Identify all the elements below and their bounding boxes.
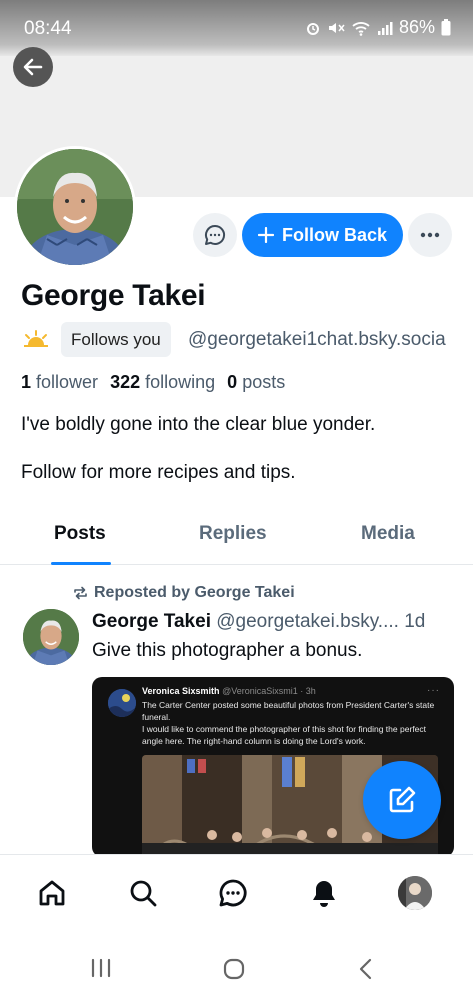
home-circle-icon[interactable] [223, 958, 245, 980]
bio-line-1: I've boldly gone into the clear blue yon… [21, 414, 376, 435]
arrow-left-icon [23, 58, 43, 76]
embed-author: Veronica Sixsmith @VeronicaSixsmi1 · 3h [142, 686, 316, 696]
post-time: 1d [404, 611, 426, 632]
following-count: 322 [110, 372, 141, 392]
status-time: 08:44 [24, 18, 72, 39]
post-header: George Takei @georgetakei.bsky.... 1d [92, 611, 425, 633]
post-text: Give this photographer a bonus. [92, 640, 363, 661]
follow-back-button[interactable]: Follow Back [242, 213, 403, 257]
user-avatar [398, 876, 432, 910]
alarm-icon [306, 22, 319, 35]
post-author-name[interactable]: George Takei [92, 611, 211, 632]
repost-label: Reposted by George Takei [94, 584, 295, 601]
sun-icon [24, 330, 48, 347]
signal-icon [377, 21, 393, 35]
post-author-handle[interactable]: @georgetakei.bsky.... [216, 611, 399, 632]
wifi-icon [352, 21, 370, 36]
system-navigation-bar [0, 934, 473, 1000]
followers-stat[interactable]: 1 follower [21, 372, 98, 393]
ellipsis-icon [420, 232, 440, 238]
battery-icon [441, 19, 451, 36]
follow-back-label: Follow Back [281, 224, 388, 245]
message-button[interactable] [193, 213, 237, 257]
active-tab-indicator [51, 562, 111, 565]
embed-line-2: I would like to commend the photographer… [142, 724, 426, 746]
following-stat[interactable]: 322 following [110, 372, 215, 393]
followers-label: follower [36, 372, 99, 392]
plus-icon [257, 227, 274, 243]
follows-you-badge: Follows you [61, 322, 171, 357]
status-bar: 08:44 86% [0, 0, 473, 56]
embed-author-name: Veronica Sixsmith [142, 686, 220, 696]
search-icon [130, 880, 157, 907]
tab-posts[interactable]: Posts [54, 523, 106, 545]
chat-bubble-icon [205, 224, 226, 245]
followers-count: 1 [21, 372, 32, 392]
avatar-photo [17, 149, 133, 265]
tab-media[interactable]: Media [361, 523, 415, 545]
tab-replies[interactable]: Replies [199, 523, 267, 545]
home-icon [39, 880, 65, 906]
avatar-photo [398, 876, 432, 910]
repost-indicator[interactable]: Reposted by George Takei [73, 584, 295, 602]
nav-home[interactable] [34, 875, 70, 911]
embed-line-1: The Carter Center posted some beautiful … [142, 700, 435, 722]
back-chevron-icon[interactable] [358, 958, 374, 980]
profile-tabs: Posts Replies Media [0, 504, 473, 565]
profile-stats: 1 follower 322 following 0 posts [21, 372, 285, 393]
nav-profile[interactable] [397, 875, 433, 911]
repost-icon [74, 586, 87, 600]
more-options-button[interactable] [408, 213, 452, 257]
embed-author-avatar [108, 689, 136, 717]
nav-notifications[interactable] [306, 875, 342, 911]
post-author-avatar[interactable] [23, 609, 79, 665]
mute-icon [328, 22, 345, 33]
profile-handle: @georgetakei1chat.bsky.socia [188, 329, 446, 350]
posts-stat: 0 posts [227, 372, 285, 393]
compose-button[interactable] [363, 761, 441, 839]
following-label: following [145, 372, 216, 392]
avatar-photo [23, 609, 79, 665]
posts-label: posts [242, 372, 286, 392]
chat-icon [219, 879, 247, 907]
bottom-navigation [0, 854, 473, 934]
embed-more-icon: ··· [427, 685, 440, 696]
starry-night-thumb [108, 689, 136, 717]
status-icons: 86% [305, 17, 451, 38]
embed-text: The Carter Center posted some beautiful … [142, 699, 442, 747]
nav-messages[interactable] [215, 875, 251, 911]
recent-apps-icon[interactable] [90, 958, 112, 978]
compose-icon [389, 786, 416, 813]
nav-search[interactable] [125, 875, 161, 911]
display-name: George Takei [21, 279, 206, 312]
battery-percent: 86% [398, 17, 435, 37]
embed-author-meta: @VeronicaSixsmi1 · 3h [222, 686, 316, 696]
back-button[interactable] [13, 47, 53, 87]
bio-line-2: Follow for more recipes and tips. [21, 462, 296, 483]
bell-icon [313, 881, 335, 907]
profile-avatar[interactable] [14, 146, 136, 268]
posts-count: 0 [227, 372, 238, 392]
